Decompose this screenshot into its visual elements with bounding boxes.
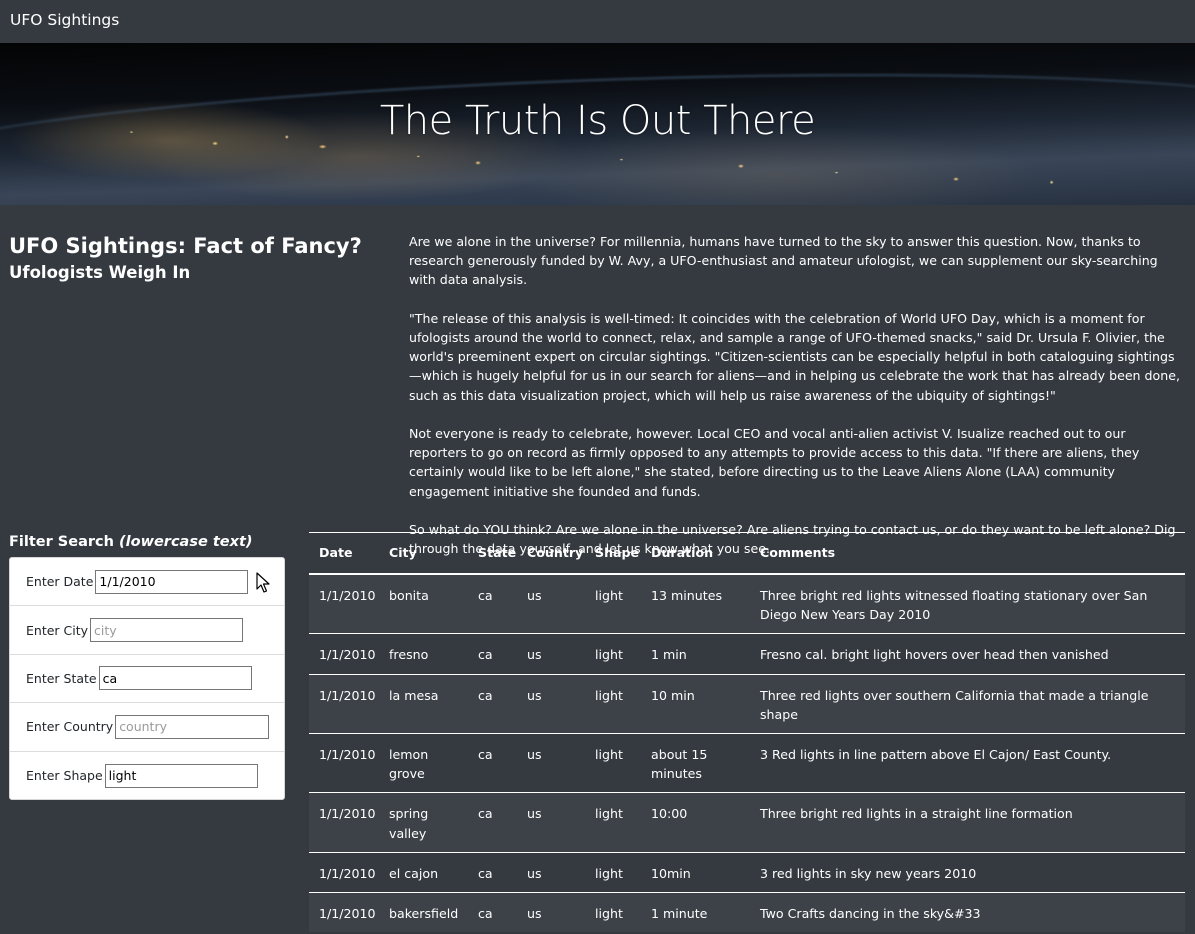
- cell-shape: light: [585, 574, 641, 635]
- article-subtitle: Ufologists Weigh In: [9, 263, 191, 282]
- article-title: UFO Sightings: Fact of Fancy?: [9, 234, 362, 258]
- article-paragraph: Are we alone in the universe? For millen…: [409, 234, 1158, 288]
- filter-panel: Enter Date Enter City Enter State Enter …: [9, 557, 285, 800]
- cell-date: 1/1/2010: [309, 574, 379, 635]
- cell-duration: 1 min: [641, 633, 750, 675]
- cell-date: 1/1/2010: [309, 852, 379, 894]
- state-label: Enter State: [26, 670, 97, 686]
- cell-date: 1/1/2010: [309, 792, 379, 853]
- table-row: 1/1/2010 la mesa ca us light 10 min Thre…: [309, 674, 1185, 735]
- state-input[interactable]: [98, 666, 252, 691]
- cell-date: 1/1/2010: [309, 892, 379, 933]
- date-label: Enter Date: [26, 574, 94, 590]
- filter-item-city: Enter City: [10, 606, 284, 655]
- column-header-comments: Comments: [750, 532, 1185, 575]
- cell-country: us: [517, 892, 585, 933]
- table-row: 1/1/2010 lemon grove ca us light about 1…: [309, 733, 1185, 794]
- cell-date: 1/1/2010: [309, 633, 379, 675]
- cell-country: us: [517, 574, 585, 635]
- cell-date: 1/1/2010: [309, 674, 379, 735]
- cell-city: fresno: [379, 633, 468, 675]
- cell-date: 1/1/2010: [309, 733, 379, 794]
- article-paragraph: Not everyone is ready to celebrate, howe…: [409, 426, 1140, 499]
- cell-comments: Three red lights over southern Californi…: [750, 674, 1185, 735]
- hero-banner: The Truth Is Out There: [0, 43, 1195, 205]
- cell-country: us: [517, 633, 585, 675]
- column-header-date: Date: [309, 532, 379, 575]
- sightings-table-container: Date City State Country Shape Duration C…: [309, 532, 1185, 933]
- cell-country: us: [517, 852, 585, 894]
- shape-input[interactable]: [104, 763, 258, 788]
- cell-state: ca: [468, 733, 517, 794]
- cell-comments: Fresno cal. bright light hovers over hea…: [750, 633, 1185, 675]
- cell-state: ca: [468, 674, 517, 735]
- cell-state: ca: [468, 574, 517, 635]
- cell-state: ca: [468, 852, 517, 894]
- city-input[interactable]: [90, 618, 244, 643]
- cell-duration: 13 minutes: [641, 574, 750, 635]
- table-row: 1/1/2010 fresno ca us light 1 min Fresno…: [309, 633, 1185, 675]
- cell-duration: 10 min: [641, 674, 750, 735]
- cell-state: ca: [468, 892, 517, 933]
- cell-duration: 10:00: [641, 792, 750, 853]
- cell-city: bakersfield: [379, 892, 468, 933]
- cell-comments: 3 red lights in sky new years 2010: [750, 852, 1185, 894]
- cell-shape: light: [585, 892, 641, 933]
- cell-comments: Two Crafts dancing in the sky&#33: [750, 892, 1185, 933]
- cell-shape: light: [585, 633, 641, 675]
- column-header-country: Country: [517, 532, 585, 575]
- cell-shape: light: [585, 792, 641, 853]
- cell-comments: Three bright red lights witnessed floati…: [750, 574, 1185, 635]
- column-header-city: City: [379, 532, 468, 575]
- cell-comments: Three bright red lights in a straight li…: [750, 792, 1185, 853]
- cell-shape: light: [585, 852, 641, 894]
- table-row: 1/1/2010 spring valley ca us light 10:00…: [309, 792, 1185, 853]
- filter-item-state: Enter State: [10, 655, 284, 704]
- country-input[interactable]: [115, 714, 270, 739]
- cell-city: bonita: [379, 574, 468, 635]
- table-row: 1/1/2010 el cajon ca us light 10min 3 re…: [309, 852, 1185, 894]
- shape-label: Enter Shape: [26, 768, 103, 784]
- navbar-brand[interactable]: UFO Sightings: [10, 10, 119, 30]
- cell-country: us: [517, 792, 585, 853]
- cell-state: ca: [468, 633, 517, 675]
- cell-comments: 3 Red lights in line pattern above El Ca…: [750, 733, 1185, 794]
- filter-heading-note: (lowercase text): [119, 534, 253, 550]
- country-label: Enter Country: [26, 719, 114, 735]
- cell-shape: light: [585, 674, 641, 735]
- city-label: Enter City: [26, 622, 89, 638]
- column-header-shape: Shape: [585, 532, 641, 575]
- cell-shape: light: [585, 733, 641, 794]
- date-input[interactable]: [95, 569, 249, 594]
- article-paragraph: "The release of this analysis is well-ti…: [409, 310, 1180, 403]
- table-row: 1/1/2010 bonita ca us light 13 minutes T…: [309, 574, 1185, 635]
- sightings-table: Date City State Country Shape Duration C…: [309, 532, 1185, 933]
- article-heading: UFO Sightings: Fact of Fancy? Ufologists…: [9, 232, 362, 286]
- article-body: Are we alone in the universe? For millen…: [409, 232, 1187, 578]
- cell-city: la mesa: [379, 674, 468, 735]
- cell-country: us: [517, 674, 585, 735]
- filter-item-date: Enter Date: [10, 558, 284, 607]
- cell-duration: 1 minute: [641, 892, 750, 933]
- cell-city: spring valley: [379, 792, 468, 853]
- filter-item-shape: Enter Shape: [10, 752, 284, 800]
- table-header-row: Date City State Country Shape Duration C…: [309, 532, 1185, 575]
- filter-heading-label: Filter Search: [9, 534, 114, 550]
- navbar: UFO Sightings: [0, 0, 1195, 43]
- hero-title: The Truth Is Out There: [379, 98, 816, 144]
- column-header-duration: Duration: [641, 532, 750, 575]
- table-row: 1/1/2010 bakersfield ca us light 1 minut…: [309, 892, 1185, 933]
- cell-duration: about 15 minutes: [641, 733, 750, 794]
- cell-country: us: [517, 733, 585, 794]
- column-header-state: State: [468, 532, 517, 575]
- cell-city: el cajon: [379, 852, 468, 894]
- cell-city: lemon grove: [379, 733, 468, 794]
- mouse-cursor-icon: [256, 572, 270, 593]
- filter-heading: Filter Search (lowercase text): [9, 532, 253, 552]
- filter-item-country: Enter Country: [10, 703, 284, 752]
- cell-state: ca: [468, 792, 517, 853]
- cell-duration: 10min: [641, 852, 750, 894]
